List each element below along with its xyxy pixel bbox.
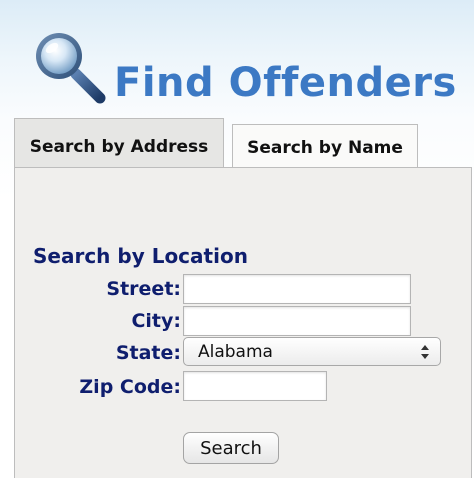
- page-header: Find Offenders: [30, 28, 470, 108]
- state-select-value: Alabama: [198, 342, 273, 362]
- state-label: State:: [115, 342, 181, 364]
- section-title: Search by Location: [33, 244, 248, 268]
- tab-search-by-address[interactable]: Search by Address: [14, 118, 224, 168]
- zip-code-input[interactable]: [183, 371, 327, 401]
- up-down-arrows-icon: [421, 345, 429, 359]
- state-select[interactable]: Alabama: [183, 337, 441, 366]
- search-button[interactable]: Search: [183, 432, 279, 464]
- city-label: City:: [131, 310, 181, 332]
- tab-search-by-name[interactable]: Search by Name: [232, 124, 418, 168]
- search-panel: Search by Location Street: City: State: …: [14, 167, 472, 478]
- magnifying-glass-icon: [36, 33, 106, 104]
- tab-bar: Search by Address Search by Name: [12, 118, 472, 168]
- street-label: Street:: [106, 278, 181, 300]
- street-input[interactable]: [183, 274, 411, 304]
- city-input[interactable]: [183, 306, 411, 336]
- zip-code-label: Zip Code:: [79, 376, 181, 398]
- page-title: Find Offenders: [114, 60, 457, 106]
